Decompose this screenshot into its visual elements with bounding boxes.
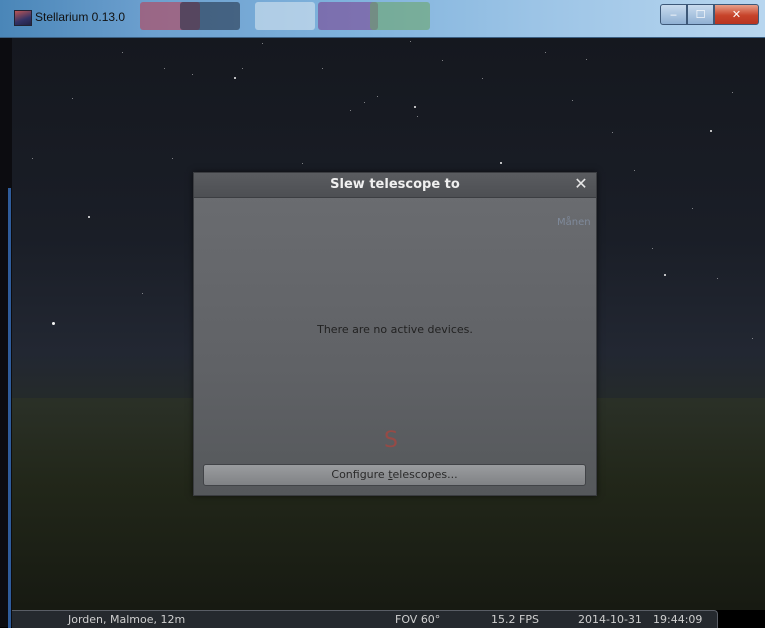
star	[32, 158, 33, 159]
configure-button-suffix: elescopes...	[392, 468, 458, 481]
location-readout: Jorden, Malmoe, 12m	[68, 613, 186, 626]
star	[322, 68, 323, 69]
star	[732, 92, 733, 93]
star	[442, 60, 443, 61]
star	[350, 110, 351, 111]
moon-label: Månen	[557, 217, 591, 228]
dialog-header[interactable]: Slew telescope to ✕	[194, 173, 596, 198]
star	[172, 158, 173, 159]
window-controls: ‒ ☐ ✕	[660, 4, 759, 26]
star	[72, 98, 73, 99]
star	[242, 68, 243, 69]
fps-readout: 15.2 FPS	[491, 613, 539, 626]
cardinal-south-label: S	[384, 428, 398, 453]
star	[717, 278, 718, 279]
star	[664, 274, 666, 276]
star	[545, 52, 546, 53]
star	[612, 132, 613, 133]
star	[692, 208, 693, 209]
taskbar-thumbnail-3	[255, 2, 315, 30]
time-readout: 19:44:09	[653, 613, 703, 626]
stellarium-app-icon	[14, 10, 32, 26]
dialog-close-icon[interactable]: ✕	[572, 175, 590, 193]
star	[164, 68, 165, 69]
star	[752, 338, 753, 339]
star	[634, 170, 635, 171]
star	[414, 106, 416, 108]
fov-readout: FOV 60°	[395, 613, 441, 626]
slew-telescope-dialog: Slew telescope to ✕ Månen There are no a…	[193, 172, 597, 496]
taskbar-thumbnail-5	[370, 2, 430, 30]
configure-button-prefix: Configure	[331, 468, 389, 481]
dialog-title: Slew telescope to	[330, 177, 460, 192]
star	[364, 102, 365, 103]
maximize-button[interactable]: ☐	[687, 4, 714, 25]
star	[710, 130, 712, 132]
minimize-button[interactable]: ‒	[660, 4, 687, 25]
no-devices-message: There are no active devices.	[317, 323, 473, 336]
window-title: Stellarium 0.13.0	[35, 10, 126, 24]
star	[52, 322, 55, 325]
star	[586, 59, 587, 60]
star	[192, 74, 193, 75]
taskbar-thumbnail-2	[180, 2, 240, 30]
star	[410, 41, 411, 42]
date-readout: 2014-10-31	[578, 613, 642, 626]
star	[572, 100, 573, 101]
star	[652, 248, 653, 249]
star	[377, 96, 378, 97]
star	[417, 116, 418, 117]
star	[88, 216, 90, 218]
star	[482, 78, 483, 79]
configure-telescopes-button[interactable]: Configure telescopes...	[203, 464, 586, 486]
star	[234, 77, 236, 79]
star	[500, 162, 502, 164]
left-window-edge	[0, 38, 12, 628]
star	[262, 43, 263, 44]
star	[302, 163, 303, 164]
left-edge-accent	[8, 188, 11, 628]
window-titlebar[interactable]: Stellarium 0.13.0 ‒ ☐ ✕	[0, 0, 765, 38]
taskbar-thumbnail-4	[318, 2, 378, 30]
close-button[interactable]: ✕	[714, 4, 759, 25]
star	[142, 293, 143, 294]
status-bar: Jorden, Malmoe, 12m FOV 60° 15.2 FPS 201…	[12, 610, 718, 628]
star	[122, 52, 123, 53]
